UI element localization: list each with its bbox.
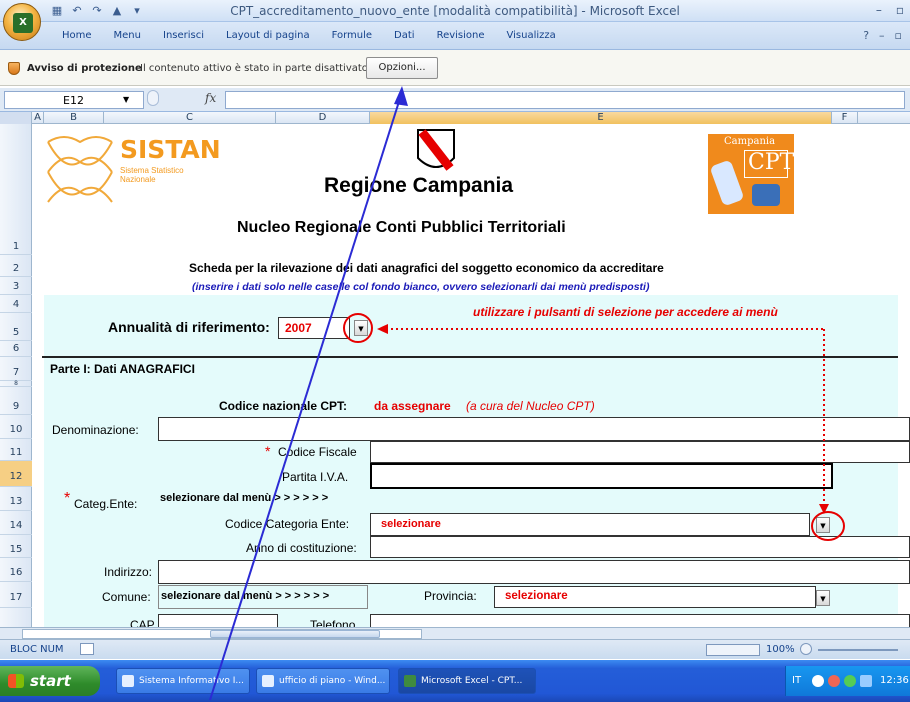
security-warning-bar: Avviso di protezione Il contenuto attivo… xyxy=(0,50,910,86)
row-header[interactable]: 7 xyxy=(0,357,32,381)
options-button[interactable]: Opzioni... xyxy=(366,57,438,79)
name-box-value: E12 xyxy=(63,94,84,107)
tray-icon[interactable] xyxy=(828,675,840,687)
tab-layout[interactable]: Layout di pagina xyxy=(226,30,310,41)
row-header[interactable]: 17 xyxy=(0,582,32,608)
num-lock-status: BLOC NUM xyxy=(10,644,64,655)
tab-revisione[interactable]: Revisione xyxy=(437,30,485,41)
shield-icon xyxy=(8,62,20,75)
ribbon-restore-button[interactable]: ▫ xyxy=(895,29,902,42)
tab-visualizza[interactable]: Visualizza xyxy=(507,30,556,41)
system-tray: IT 12:36 xyxy=(785,666,910,696)
zoom-slider[interactable] xyxy=(818,649,898,651)
tab-dati[interactable]: Dati xyxy=(394,30,415,41)
view-buttons[interactable] xyxy=(706,644,760,656)
horizontal-scrollbar[interactable] xyxy=(0,627,910,639)
tray-icon[interactable] xyxy=(812,675,824,687)
taskbar-item-explorer[interactable]: ufficio di piano - Wind... xyxy=(256,668,390,694)
row-header[interactable]: 9 xyxy=(0,387,32,415)
row-header[interactable]: 12 xyxy=(0,461,32,487)
row-header[interactable]: 3 xyxy=(0,277,32,295)
scroll-thumb[interactable] xyxy=(210,630,380,638)
row-header[interactable]: 10 xyxy=(0,415,32,439)
tray-icon[interactable] xyxy=(844,675,856,687)
column-header-f[interactable]: F xyxy=(832,112,858,124)
security-message: Il contenuto attivo è stato in parte dis… xyxy=(140,63,371,74)
row-header[interactable]: 4 xyxy=(0,295,32,313)
insert-function-icon[interactable]: fx xyxy=(205,91,216,105)
status-bar: BLOC NUM 100% xyxy=(0,639,910,659)
tab-formule[interactable]: Formule xyxy=(332,30,372,41)
minimize-button[interactable]: – xyxy=(876,3,882,17)
row-header[interactable]: 2 xyxy=(0,255,32,277)
browser-icon xyxy=(122,675,134,687)
row-header[interactable]: 11 xyxy=(0,439,32,461)
help-icon[interactable]: ? xyxy=(863,29,869,42)
zoom-out-icon[interactable] xyxy=(800,643,812,655)
categoria-highlight-circle xyxy=(811,511,845,541)
annualita-highlight-circle xyxy=(343,313,373,343)
chevron-down-icon[interactable]: ▼ xyxy=(123,95,129,104)
column-header-b[interactable]: B xyxy=(44,112,104,124)
row-header[interactable]: 6 xyxy=(0,341,32,357)
column-header-a[interactable]: A xyxy=(32,112,44,124)
security-title: Avviso di protezione xyxy=(27,63,142,74)
macro-record-icon[interactable] xyxy=(80,643,94,655)
row-header[interactable]: 1 xyxy=(0,124,32,255)
worksheet[interactable]: SISTAN Sistema Statistico Nazionale Camp… xyxy=(32,124,910,627)
title-bar: ▦ ↶ ↷ ▲ ▾ CPT_accreditamento_nuovo_ente … xyxy=(0,0,910,22)
window-title: CPT_accreditamento_nuovo_ente [modalità … xyxy=(230,4,680,18)
browser-icon xyxy=(262,675,274,687)
row-header[interactable]: 16 xyxy=(0,558,32,582)
annotation-overlay xyxy=(343,313,845,541)
tab-menu[interactable]: Menu xyxy=(114,30,141,41)
language-indicator[interactable]: IT xyxy=(792,675,801,686)
windows-logo-icon xyxy=(8,674,24,688)
formula-bar: E12 ▼ fx xyxy=(0,88,910,112)
row-header[interactable]: 15 xyxy=(0,535,32,558)
start-button[interactable]: start xyxy=(0,666,100,696)
row-header[interactable]: 13 xyxy=(0,487,32,511)
office-logo-icon: X xyxy=(13,13,33,33)
excel-icon xyxy=(404,675,416,687)
clock[interactable]: 12:36 xyxy=(880,675,909,686)
name-box[interactable]: E12 ▼ xyxy=(4,91,144,109)
tab-inserisci[interactable]: Inserisci xyxy=(163,30,204,41)
column-headers: A B C D E F xyxy=(0,112,910,124)
row-header[interactable]: 5 xyxy=(0,313,32,341)
taskbar-item-excel[interactable]: Microsoft Excel - CPT... xyxy=(398,668,536,694)
column-header-e[interactable]: E xyxy=(370,112,832,124)
formula-bar-toggle[interactable] xyxy=(147,90,159,106)
restore-button[interactable]: ▫ xyxy=(896,3,904,17)
taskbar: start Sistema Informativo I... ufficio d… xyxy=(0,660,910,702)
taskbar-item-browser[interactable]: Sistema Informativo I... xyxy=(116,668,250,694)
select-all-corner[interactable] xyxy=(0,112,32,124)
column-header-c[interactable]: C xyxy=(104,112,276,124)
tray-icon[interactable] xyxy=(860,675,872,687)
office-button[interactable]: X xyxy=(3,3,41,41)
ribbon-minimize-button[interactable]: – xyxy=(879,29,885,42)
tab-home[interactable]: Home xyxy=(62,30,92,41)
zoom-level[interactable]: 100% xyxy=(766,644,795,655)
hint-arrow-head xyxy=(377,324,388,334)
ribbon-tabs: Home Menu Inserisci Layout di pagina For… xyxy=(0,22,910,50)
column-header-d[interactable]: D xyxy=(276,112,370,124)
row-header[interactable]: 14 xyxy=(0,511,32,535)
formula-input[interactable] xyxy=(225,91,905,109)
row-headers: 1 2 3 4 5 6 7 8 9 10 11 12 13 14 15 16 1… xyxy=(0,124,32,627)
